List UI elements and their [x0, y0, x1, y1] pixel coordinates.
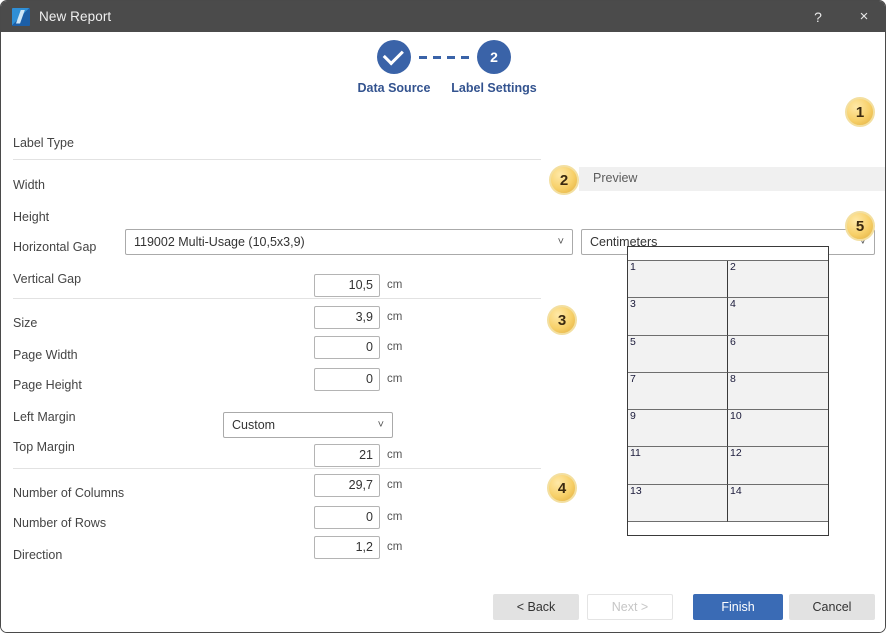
step-label-settings[interactable]: 2 Label Settings	[438, 40, 550, 95]
preview-label-cell-number: 5	[630, 335, 636, 348]
preview-label-cell-number: 2	[730, 261, 736, 273]
step-1-marker	[377, 40, 411, 74]
label-type-select[interactable]: 119002 Multi-Usage (10,5x3,9) ˅	[125, 229, 573, 255]
top-margin-input[interactable]: 1,2	[314, 536, 380, 559]
next-button: Next >	[587, 594, 673, 620]
back-button[interactable]: < Back	[493, 594, 579, 620]
page-height-input[interactable]: 29,7	[314, 474, 380, 497]
height-label: Height	[13, 210, 50, 224]
page-width-unit: cm	[387, 449, 403, 461]
preview-label-cell: 10	[728, 410, 828, 448]
width-input[interactable]: 10,5	[314, 274, 380, 297]
width-label: Width	[13, 178, 45, 192]
preview-label-cell-number: 8	[730, 372, 736, 385]
left-margin-input[interactable]: 0	[314, 506, 380, 529]
preview-title: Preview	[593, 171, 638, 185]
preview-label-cell: 1	[628, 261, 728, 299]
preview-label-cell: 8	[728, 372, 828, 411]
callout-badge-5: 5	[845, 211, 875, 241]
label-type-value: 119002 Multi-Usage (10,5x3,9)	[134, 235, 305, 249]
height-input[interactable]: 3,9	[314, 306, 380, 329]
size-label: Size	[13, 316, 38, 330]
preview-label-cell: 11	[628, 447, 728, 485]
horizontal-gap-unit: cm	[387, 341, 403, 353]
step-2-marker: 2	[477, 40, 511, 74]
step-data-source[interactable]: Data Source	[338, 40, 450, 95]
horizontal-gap-label: Horizontal Gap	[13, 240, 97, 254]
close-icon[interactable]: ×	[841, 1, 885, 32]
label-type-label: Label Type	[13, 136, 74, 150]
left-margin-label: Left Margin	[13, 410, 76, 424]
preview-label-cell: 9	[628, 410, 728, 448]
preview-label-cell-number: 11	[630, 447, 641, 460]
top-margin-unit: cm	[387, 541, 403, 553]
preview-label-cell-number: 7	[630, 372, 636, 385]
preview-label-cell-number: 1	[630, 261, 636, 273]
size-select[interactable]: Custom ˅	[223, 412, 393, 438]
callout-badge-3: 3	[547, 305, 577, 335]
preview-label-cell: 6	[728, 335, 828, 373]
callout-badge-1: 1	[845, 97, 875, 127]
page-height-label: Page Height	[13, 378, 82, 392]
preview-label-cell: 14	[728, 484, 828, 522]
direction-label: Direction	[13, 548, 63, 562]
window-controls: ? ×	[795, 1, 885, 32]
preview-header: Preview	[579, 167, 885, 191]
step-1-label: Data Source	[357, 81, 431, 95]
preview-label-cell-number: 10	[730, 410, 742, 423]
chevron-down-icon: ˅	[557, 236, 564, 248]
width-unit: cm	[387, 279, 403, 291]
section-divider-1	[13, 159, 541, 160]
app-logo-icon	[12, 7, 30, 26]
preview-label-cell: 3	[628, 298, 728, 336]
preview-label-cell: 4	[728, 298, 828, 336]
top-margin-label: Top Margin	[13, 440, 75, 454]
page-width-label: Page Width	[13, 348, 78, 362]
size-value: Custom	[232, 418, 276, 432]
preview-label-cell-number: 6	[730, 335, 736, 348]
preview-label-cell: 13	[628, 484, 728, 522]
preview-label-grid: 1 2 3 4 5 6 7 8 9 10 11 12 13 14	[628, 260, 828, 522]
label-page-preview: 1 2 3 4 5 6 7 8 9 10 11 12 13 14	[627, 246, 829, 536]
preview-label-cell-number: 3	[630, 298, 636, 311]
preview-label-cell: 2	[728, 261, 828, 299]
check-icon	[382, 44, 404, 66]
preview-label-cell-number: 4	[730, 298, 736, 311]
vertical-gap-input[interactable]: 0	[314, 368, 380, 391]
height-unit: cm	[387, 311, 403, 323]
chevron-down-icon: ˅	[377, 419, 384, 431]
callout-badge-4: 4	[547, 473, 577, 503]
section-divider-3	[13, 468, 541, 469]
wizard-stepper: Data Source 2 Label Settings	[1, 32, 885, 104]
horizontal-gap-input[interactable]: 0	[314, 336, 380, 359]
window-title: New Report	[39, 9, 112, 24]
preview-label-cell: 7	[628, 372, 728, 411]
columns-label: Number of Columns	[13, 486, 125, 500]
page-height-unit: cm	[387, 479, 403, 491]
new-report-dialog: New Report ? × Data Source 2 Label Setti…	[0, 0, 886, 633]
vertical-gap-label: Vertical Gap	[13, 272, 82, 286]
preview-label-cell-number: 13	[630, 484, 642, 497]
preview-label-cell-number: 14	[730, 484, 742, 497]
title-bar: New Report ? ×	[1, 1, 885, 32]
rows-label: Number of Rows	[13, 516, 107, 530]
section-divider-2	[13, 298, 541, 299]
preview-label-cell: 5	[628, 335, 728, 373]
preview-label-cell-number: 12	[730, 447, 742, 460]
cancel-button[interactable]: Cancel	[789, 594, 875, 620]
callout-badge-2: 2	[549, 165, 579, 195]
finish-button[interactable]: Finish	[693, 594, 783, 620]
preview-label-cell-number: 9	[630, 410, 636, 423]
vertical-gap-unit: cm	[387, 373, 403, 385]
dialog-footer: < Back Next > Finish Cancel	[1, 579, 885, 632]
left-margin-unit: cm	[387, 511, 403, 523]
page-width-input[interactable]: 21	[314, 444, 380, 467]
step-2-label: Label Settings	[451, 81, 537, 95]
preview-label-cell: 12	[728, 447, 828, 485]
help-icon[interactable]: ?	[795, 1, 841, 32]
